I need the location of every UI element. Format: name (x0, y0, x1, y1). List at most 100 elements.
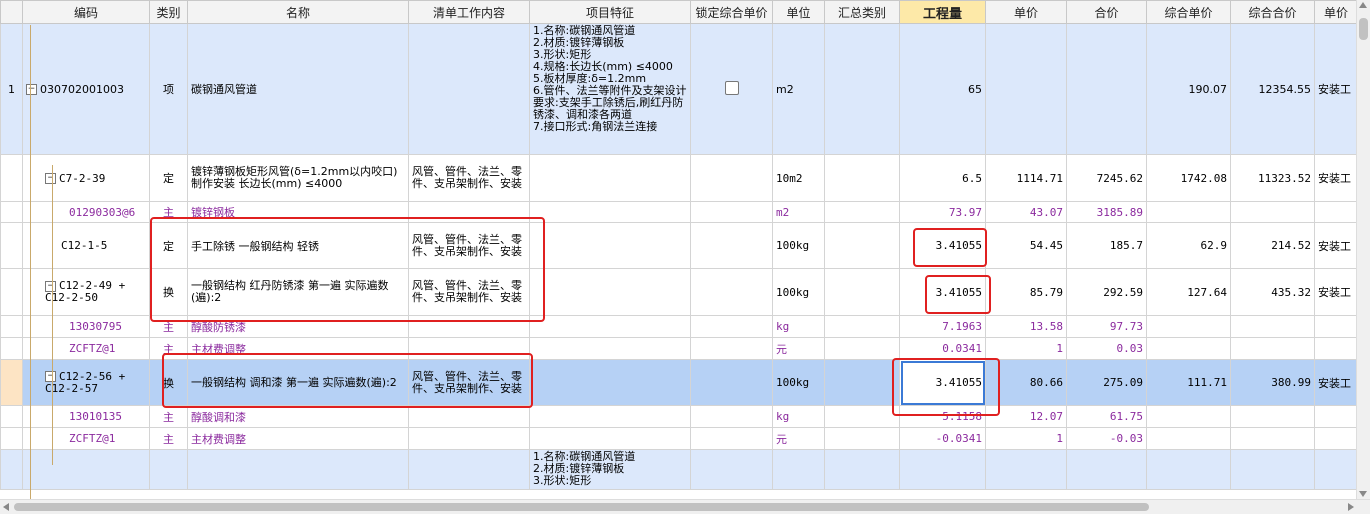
collapse-icon[interactable]: − (26, 84, 37, 95)
work-cell[interactable] (408, 405, 530, 428)
price-cell[interactable]: 43.07 (985, 201, 1067, 223)
col-header-composite-total[interactable]: 综合合价 (1230, 0, 1315, 24)
feature-cell[interactable]: 1.名称:碳钢通风管道 2.材质:镀锌薄钢板 3.形状:矩形 4.规格:长边长(… (529, 23, 691, 155)
feature-cell[interactable] (529, 359, 691, 406)
code-cell[interactable] (22, 449, 150, 490)
quantity-cell-editing[interactable]: 3.41055 (899, 359, 986, 406)
unit-cell[interactable] (772, 449, 825, 490)
type-cell[interactable]: 换 (149, 268, 188, 316)
type-cell[interactable]: 主 (149, 337, 188, 360)
table-row[interactable]: ZCFTZ@1 主 主材费调整 元 0.0341 1 0.03 (0, 337, 1358, 360)
col-header-lock-price[interactable]: 锁定综合单价 (690, 0, 773, 24)
work-cell[interactable] (408, 427, 530, 450)
type-cell[interactable]: 主 (149, 201, 188, 223)
feature-cell[interactable] (529, 201, 691, 223)
composite-price-cell[interactable] (1146, 427, 1231, 450)
bill-grid[interactable]: 编码 类别 名称 清单工作内容 项目特征 锁定综合单价 单位 汇总类别 工程量 … (0, 0, 1370, 514)
lock-price-cell[interactable] (690, 359, 773, 406)
table-row[interactable]: − C7-2-39 定 镀锌薄钢板矩形风管(δ=1.2mm以内咬口)制作安装 长边… (0, 154, 1358, 202)
total-cell[interactable]: 185.7 (1066, 222, 1147, 269)
composite-total-cell[interactable] (1230, 337, 1315, 360)
table-row[interactable]: 01290303@6 主 镀锌钢板 m2 73.97 43.07 3185.89 (0, 201, 1358, 223)
col-header-unit[interactable]: 单位 (772, 0, 825, 24)
quantity-cell[interactable]: 3.41055 (899, 222, 986, 269)
type-cell[interactable]: 主 (149, 427, 188, 450)
scroll-right-icon[interactable] (1348, 503, 1354, 511)
col-header-type[interactable]: 类别 (149, 0, 188, 24)
summary-type-cell[interactable] (824, 315, 900, 338)
work-cell[interactable]: 风管、管件、法兰、零件、支吊架制作、安装 (408, 268, 530, 316)
name-cell[interactable]: 镀锌薄钢板矩形风管(δ=1.2mm以内咬口)制作安装 长边长(mm) ≤4000 (187, 154, 409, 202)
quantity-cell[interactable]: 7.1963 (899, 315, 986, 338)
table-row[interactable]: ZCFTZ@1 主 主材费调整 元 -0.0341 1 -0.03 (0, 427, 1358, 450)
lock-price-cell[interactable] (690, 154, 773, 202)
extra-cell[interactable]: 安装工 (1314, 268, 1358, 316)
collapse-icon[interactable]: − (45, 280, 56, 292)
quantity-cell[interactable] (899, 449, 986, 490)
code-cell[interactable]: 01290303@6 (22, 201, 150, 223)
horizontal-scrollbar[interactable] (0, 499, 1370, 514)
total-cell[interactable] (1066, 23, 1147, 155)
code-cell[interactable]: − C12-2-56 + C12-2-57 (22, 359, 150, 406)
col-header-feature[interactable]: 项目特征 (529, 0, 691, 24)
summary-type-cell[interactable] (824, 23, 900, 155)
col-header-unit-price-2[interactable]: 单价 (1314, 0, 1358, 24)
lock-price-cell[interactable] (690, 405, 773, 428)
name-cell[interactable]: 主材费调整 (187, 427, 409, 450)
work-cell[interactable] (408, 315, 530, 338)
extra-cell[interactable]: 安装工 (1314, 222, 1358, 269)
summary-type-cell[interactable] (824, 337, 900, 360)
col-header-price[interactable]: 单价 (985, 0, 1067, 24)
feature-cell[interactable] (529, 268, 691, 316)
work-cell[interactable] (408, 337, 530, 360)
extra-cell[interactable] (1314, 315, 1358, 338)
name-cell[interactable]: 手工除锈 一般钢结构 轻锈 (187, 222, 409, 269)
lock-price-cell[interactable] (690, 315, 773, 338)
total-cell[interactable]: 292.59 (1066, 268, 1147, 316)
horizontal-scroll-thumb[interactable] (14, 503, 1149, 511)
price-cell[interactable] (985, 23, 1067, 155)
table-row[interactable]: C12-1-5 定 手工除锈 一般钢结构 轻锈 风管、管件、法兰、零件、支吊架制… (0, 222, 1358, 269)
feature-cell[interactable] (529, 337, 691, 360)
lock-price-checkbox[interactable] (724, 80, 739, 95)
work-cell[interactable] (408, 201, 530, 223)
col-header-quantity[interactable]: 工程量 (899, 0, 986, 24)
composite-price-cell[interactable]: 62.9 (1146, 222, 1231, 269)
scroll-left-icon[interactable] (3, 503, 9, 511)
composite-total-cell[interactable]: 435.32 (1230, 268, 1315, 316)
extra-cell[interactable]: 安装工 (1314, 23, 1358, 155)
type-cell[interactable]: 主 (149, 315, 188, 338)
code-cell[interactable]: 13010135 (22, 405, 150, 428)
composite-price-cell[interactable]: 1742.08 (1146, 154, 1231, 202)
lock-price-cell[interactable] (690, 337, 773, 360)
col-header-name[interactable]: 名称 (187, 0, 409, 24)
feature-cell[interactable] (529, 222, 691, 269)
composite-total-cell[interactable] (1230, 201, 1315, 223)
code-cell[interactable]: 13030795 (22, 315, 150, 338)
type-cell[interactable]: 定 (149, 154, 188, 202)
work-cell[interactable] (408, 23, 530, 155)
work-cell[interactable]: 风管、管件、法兰、零件、支吊架制作、安装 (408, 154, 530, 202)
extra-cell[interactable]: 安装工 (1314, 359, 1358, 406)
summary-type-cell[interactable] (824, 359, 900, 406)
summary-type-cell[interactable] (824, 449, 900, 490)
code-cell[interactable]: − C7-2-39 (22, 154, 150, 202)
total-cell[interactable]: 61.75 (1066, 405, 1147, 428)
name-cell[interactable]: 醇酸调和漆 (187, 405, 409, 428)
composite-price-cell[interactable] (1146, 449, 1231, 490)
scroll-down-icon[interactable] (1359, 491, 1367, 497)
extra-cell[interactable] (1314, 337, 1358, 360)
col-header-summary-type[interactable]: 汇总类别 (824, 0, 900, 24)
price-cell[interactable]: 54.45 (985, 222, 1067, 269)
table-row[interactable]: 13010135 主 醇酸调和漆 kg 5.1158 12.07 61.75 (0, 405, 1358, 428)
unit-cell[interactable]: 元 (772, 427, 825, 450)
summary-type-cell[interactable] (824, 405, 900, 428)
code-cell[interactable]: C12-1-5 (22, 222, 150, 269)
col-header-composite-price[interactable]: 综合单价 (1146, 0, 1231, 24)
unit-cell[interactable]: m2 (772, 201, 825, 223)
composite-total-cell[interactable]: 214.52 (1230, 222, 1315, 269)
unit-cell[interactable]: 元 (772, 337, 825, 360)
type-cell[interactable]: 定 (149, 222, 188, 269)
unit-cell[interactable]: 100kg (772, 268, 825, 316)
scroll-up-icon[interactable] (1359, 2, 1367, 8)
